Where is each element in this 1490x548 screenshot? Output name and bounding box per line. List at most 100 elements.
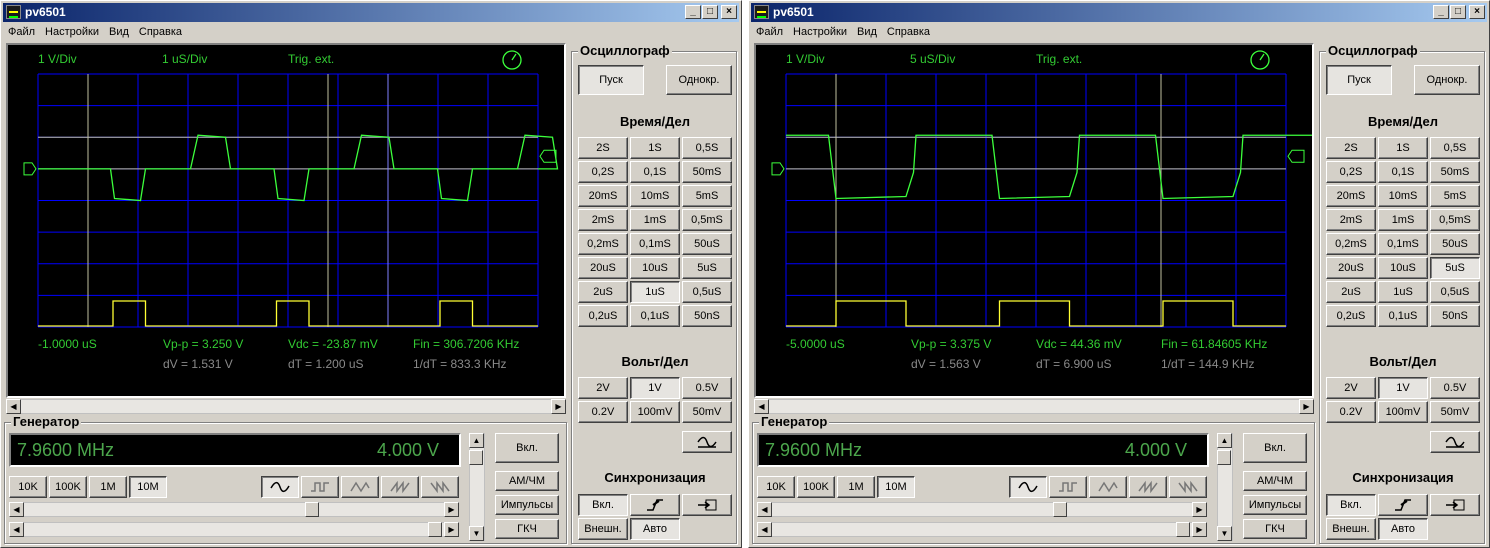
waveform-saw-up-button[interactable]	[381, 476, 419, 498]
time-button-10mS[interactable]: 10mS	[630, 185, 680, 207]
close-icon[interactable]: ×	[721, 5, 737, 19]
fine-slider[interactable]: ◀ ▶	[9, 522, 459, 537]
volt-button-1V[interactable]: 1V	[630, 377, 680, 399]
volt-button-0.2V[interactable]: 0.2V	[578, 401, 628, 423]
fine-slider-thumb[interactable]	[428, 522, 442, 537]
scroll-up-icon[interactable]: ▲	[469, 433, 484, 448]
sync-source-button[interactable]	[682, 494, 732, 516]
slider-right-icon[interactable]: ▶	[444, 522, 459, 537]
waveform-triangle-button[interactable]	[1089, 476, 1127, 498]
volt-button-50mV[interactable]: 50mV	[1430, 401, 1480, 423]
menu-item-3[interactable]: Справка	[882, 23, 935, 41]
time-button-0,5mS[interactable]: 0,5mS	[682, 209, 732, 231]
time-button-50mS[interactable]: 50mS	[682, 161, 732, 183]
scroll-right-icon[interactable]: ▶	[551, 399, 566, 414]
sync-auto-button[interactable]: Авто	[630, 518, 680, 540]
frequency-slider-thumb[interactable]	[305, 502, 320, 517]
start-button[interactable]: Пуск	[1326, 65, 1392, 95]
range-button-10K[interactable]: 10K	[757, 476, 795, 498]
time-button-0,5uS[interactable]: 0,5uS	[1430, 281, 1480, 303]
volt-button-100mV[interactable]: 100mV	[1378, 401, 1428, 423]
single-shot-button[interactable]: Однокр.	[666, 65, 732, 95]
waveform-square-button[interactable]	[301, 476, 339, 498]
time-button-5uS[interactable]: 5uS	[1430, 257, 1480, 279]
time-button-5mS[interactable]: 5mS	[1430, 185, 1480, 207]
waveform-saw-up-button[interactable]	[1129, 476, 1167, 498]
time-button-0,2mS[interactable]: 0,2mS	[1326, 233, 1376, 255]
time-button-50uS[interactable]: 50uS	[1430, 233, 1480, 255]
time-button-5uS[interactable]: 5uS	[682, 257, 732, 279]
time-button-2uS[interactable]: 2uS	[578, 281, 628, 303]
volt-button-2V[interactable]: 2V	[1326, 377, 1376, 399]
waveform-sine-button[interactable]	[261, 476, 299, 498]
am-fm-button[interactable]: AM/ЧМ	[1243, 471, 1307, 491]
time-button-1S[interactable]: 1S	[1378, 137, 1428, 159]
time-button-1mS[interactable]: 1mS	[1378, 209, 1428, 231]
time-button-50nS[interactable]: 50nS	[1430, 305, 1480, 327]
time-button-5mS[interactable]: 5mS	[682, 185, 732, 207]
maximize-icon[interactable]: □	[1450, 5, 1466, 19]
maximize-icon[interactable]: □	[702, 5, 718, 19]
amplitude-scrollbar[interactable]: ▲ ▼	[1217, 433, 1233, 541]
coupling-toggle-button[interactable]	[1430, 431, 1480, 453]
sync-slope-button[interactable]	[630, 494, 680, 516]
time-button-1uS[interactable]: 1uS	[630, 281, 680, 303]
range-button-100K[interactable]: 100K	[49, 476, 87, 498]
slider-left-icon[interactable]: ◀	[757, 502, 772, 517]
sync-slope-button[interactable]	[1378, 494, 1428, 516]
time-button-2mS[interactable]: 2mS	[1326, 209, 1376, 231]
time-button-2S[interactable]: 2S	[1326, 137, 1376, 159]
close-icon[interactable]: ×	[1469, 5, 1485, 19]
slider-right-icon[interactable]: ▶	[1192, 502, 1207, 517]
range-button-100K[interactable]: 100K	[797, 476, 835, 498]
time-button-50nS[interactable]: 50nS	[682, 305, 732, 327]
scroll-down-icon[interactable]: ▼	[1217, 526, 1232, 541]
scroll-down-icon[interactable]: ▼	[469, 526, 484, 541]
waveform-sine-button[interactable]	[1009, 476, 1047, 498]
sync-auto-button[interactable]: Авто	[1378, 518, 1428, 540]
time-button-0,1mS[interactable]: 0,1mS	[1378, 233, 1428, 255]
time-button-10mS[interactable]: 10mS	[1378, 185, 1428, 207]
fine-slider-thumb[interactable]	[1176, 522, 1190, 537]
menu-item-1[interactable]: Настройки	[788, 23, 852, 41]
volt-button-50mV[interactable]: 50mV	[682, 401, 732, 423]
range-button-1M[interactable]: 1M	[837, 476, 875, 498]
sync-ext-button[interactable]: Внешн.	[1326, 518, 1376, 540]
amplitude-scrollbar[interactable]: ▲ ▼	[469, 433, 485, 541]
sweep-button[interactable]: ГКЧ	[495, 519, 559, 539]
time-button-0,5mS[interactable]: 0,5mS	[1430, 209, 1480, 231]
am-fm-button[interactable]: AM/ЧМ	[495, 471, 559, 491]
time-button-0,2S[interactable]: 0,2S	[1326, 161, 1376, 183]
sweep-button[interactable]: ГКЧ	[1243, 519, 1307, 539]
menu-item-0[interactable]: Файл	[751, 23, 788, 41]
time-button-1mS[interactable]: 1mS	[630, 209, 680, 231]
amplitude-thumb[interactable]	[469, 450, 483, 465]
single-shot-button[interactable]: Однокр.	[1414, 65, 1480, 95]
volt-button-2V[interactable]: 2V	[578, 377, 628, 399]
slider-left-icon[interactable]: ◀	[9, 522, 24, 537]
time-button-20mS[interactable]: 20mS	[1326, 185, 1376, 207]
start-button[interactable]: Пуск	[578, 65, 644, 95]
scroll-right-icon[interactable]: ▶	[1299, 399, 1314, 414]
waveform-saw-down-button[interactable]	[1169, 476, 1207, 498]
time-button-0,1mS[interactable]: 0,1mS	[630, 233, 680, 255]
volt-button-0.2V[interactable]: 0.2V	[1326, 401, 1376, 423]
time-button-1S[interactable]: 1S	[630, 137, 680, 159]
time-button-0,5S[interactable]: 0,5S	[682, 137, 732, 159]
slider-right-icon[interactable]: ▶	[1192, 522, 1207, 537]
sync-ext-button[interactable]: Внешн.	[578, 518, 628, 540]
waveform-square-button[interactable]	[1049, 476, 1087, 498]
minimize-icon[interactable]: _	[685, 5, 701, 19]
time-button-10uS[interactable]: 10uS	[1378, 257, 1428, 279]
time-button-0,1uS[interactable]: 0,1uS	[1378, 305, 1428, 327]
range-button-10M[interactable]: 10M	[877, 476, 915, 498]
pulses-button[interactable]: Импульсы	[1243, 495, 1307, 515]
time-button-0,1S[interactable]: 0,1S	[630, 161, 680, 183]
time-button-1uS[interactable]: 1uS	[1378, 281, 1428, 303]
range-button-10K[interactable]: 10K	[9, 476, 47, 498]
menu-item-2[interactable]: Вид	[104, 23, 134, 41]
volt-button-100mV[interactable]: 100mV	[630, 401, 680, 423]
range-button-10M[interactable]: 10M	[129, 476, 167, 498]
scroll-up-icon[interactable]: ▲	[1217, 433, 1232, 448]
frequency-slider[interactable]: ◀ ▶	[757, 502, 1207, 517]
